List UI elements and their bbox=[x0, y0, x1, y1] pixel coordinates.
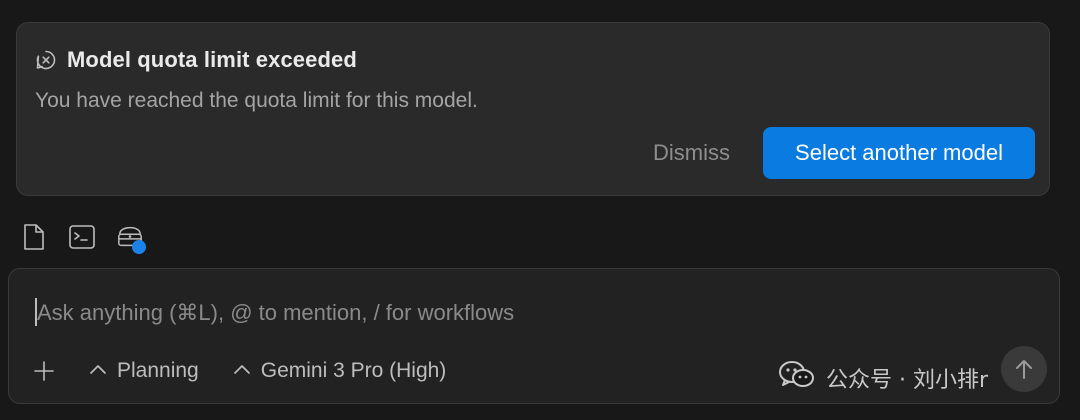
dismiss-button[interactable]: Dismiss bbox=[637, 127, 746, 179]
quota-alert-card: Model quota limit exceeded You have reac… bbox=[16, 22, 1050, 196]
model-label: Gemini 3 Pro (High) bbox=[260, 359, 447, 382]
mode-dropdown[interactable]: Planning bbox=[89, 359, 199, 383]
watermark-text: 公众号 · 刘小排r bbox=[826, 368, 989, 393]
chat-input[interactable] bbox=[37, 298, 937, 328]
terminal-icon[interactable] bbox=[68, 222, 96, 252]
model-dropdown[interactable]: Gemini 3 Pro (High) bbox=[233, 359, 447, 383]
app-root: Model quota limit exceeded You have reac… bbox=[0, 0, 1080, 420]
file-icon[interactable] bbox=[20, 222, 48, 252]
wechat-watermark: 公众号 · 刘小排r bbox=[778, 359, 988, 397]
context-toolbar bbox=[20, 222, 146, 254]
alert-header: Model quota limit exceeded bbox=[35, 47, 357, 73]
wechat-icon bbox=[778, 359, 816, 397]
add-context-button[interactable] bbox=[29, 356, 59, 386]
send-button[interactable] bbox=[1001, 346, 1047, 392]
select-another-model-button[interactable]: Select another model bbox=[763, 127, 1035, 179]
browser-stack-icon[interactable] bbox=[116, 222, 146, 254]
chevron-up-icon bbox=[89, 362, 107, 380]
alert-message: You have reached the quota limit for thi… bbox=[35, 89, 478, 112]
error-circle-icon bbox=[35, 49, 57, 71]
chevron-up-icon bbox=[233, 362, 251, 380]
alert-title: Model quota limit exceeded bbox=[67, 47, 357, 72]
notification-badge bbox=[132, 240, 146, 254]
mode-label: Planning bbox=[117, 359, 199, 382]
plus-icon bbox=[34, 361, 54, 381]
input-toolbar: Planning Gemini 3 Pro (High) bbox=[29, 353, 480, 389]
arrow-up-icon bbox=[1016, 360, 1032, 379]
